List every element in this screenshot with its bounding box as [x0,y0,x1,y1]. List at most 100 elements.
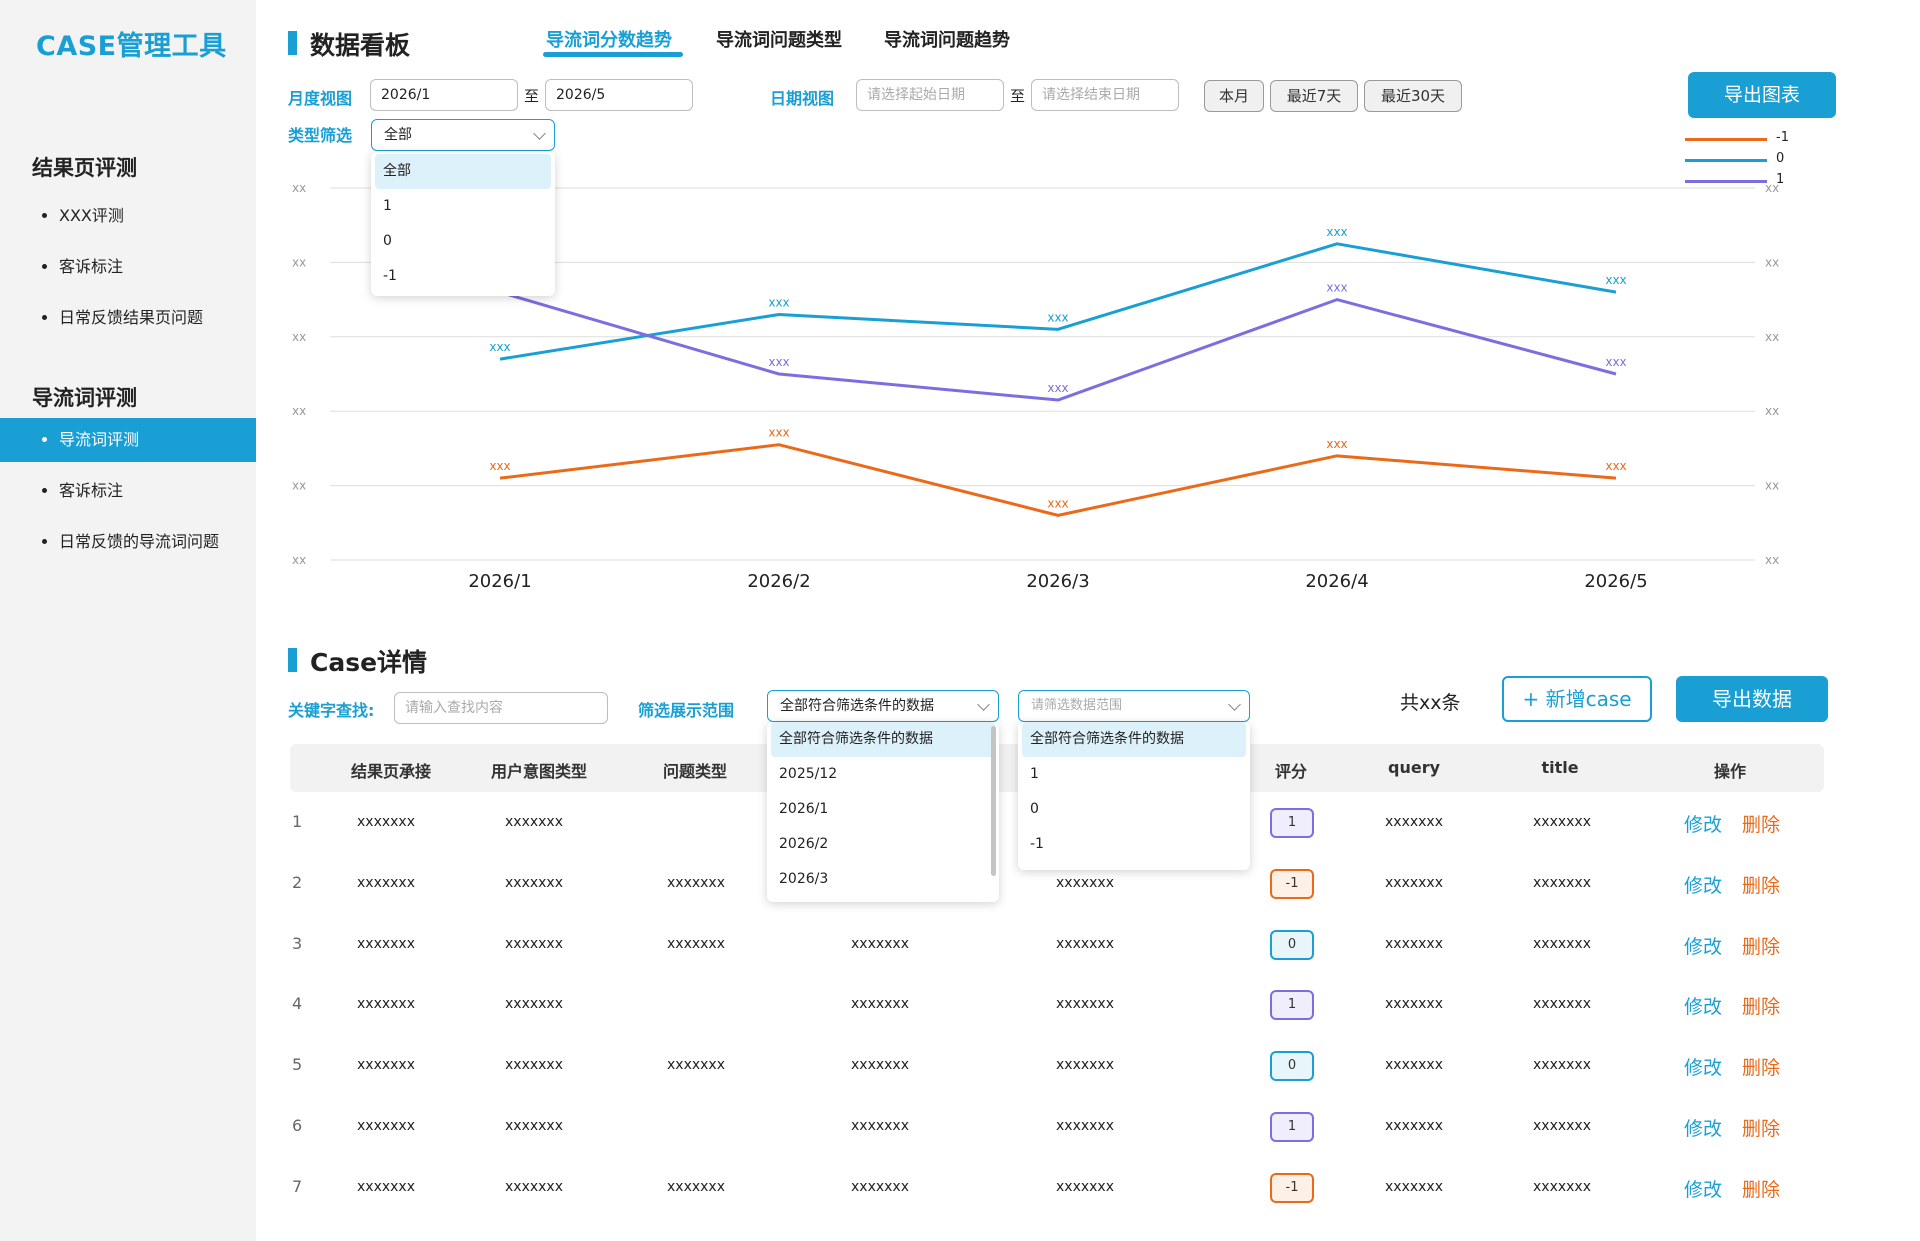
delete-button[interactable]: 删除 [1742,810,1780,837]
export-chart-button[interactable]: 导出图表 [1688,72,1836,118]
scope-menu: 全部符合筛选条件的数据 2025/12 2026/1 2026/2 2026/3 [767,722,999,902]
table-cell: xxxxxxx [1056,936,1114,952]
edit-button[interactable]: 修改 [1684,992,1722,1019]
sidebar-item-daily-result-issues[interactable]: 日常反馈结果页问题 [0,296,256,340]
scope-option-all[interactable]: 全部符合筛选条件的数据 [771,722,995,757]
col-header-title: title [1541,758,1579,777]
x-tick-label: 2026/2 [747,571,810,592]
scope-option-2026-2[interactable]: 2026/2 [767,827,999,862]
row-number: 6 [292,1116,303,1135]
edit-button[interactable]: 修改 [1684,1053,1722,1080]
col-header-score: 评分 [1274,762,1308,781]
delete-button[interactable]: 删除 [1742,1175,1780,1202]
range-option-1[interactable]: 1 [1018,757,1250,792]
date-start-field[interactable]: 请选择起始日期 [856,79,1004,111]
y-tick-label: xx [292,255,306,269]
table-cell: xxxxxxx [667,1179,725,1195]
table-cell: xxxxxxx [357,1057,415,1073]
date-end-field[interactable]: 请选择结束日期 [1031,79,1179,111]
active-tab-indicator [543,52,683,57]
table-cell: xxxxxxx [851,1179,909,1195]
table-cell: xxxxxxx [1533,814,1591,830]
edit-button[interactable]: 修改 [1684,810,1722,837]
tab-issue-trend[interactable]: 导流词问题趋势 [884,26,1010,52]
sidebar-item-label: 客诉标注 [59,481,124,500]
add-case-button[interactable]: + 新增case [1502,676,1652,722]
table-cell: xxxxxxx [667,875,725,891]
app-root: CASE管理工具 结果页评测 XXX评测 客诉标注 日常反馈结果页问题 导流词评… [0,0,1920,1241]
keyword-search-input[interactable]: 请输入查找内容 [394,692,608,724]
y-tick-label: xx [292,330,306,344]
last-30-days-button[interactable]: 最近30天 [1364,80,1462,112]
row-number: 1 [292,812,303,831]
keyword-label: 关键字查找: [288,701,375,720]
data-label: xxx [1047,496,1068,510]
table-cell: xxxxxxx [1385,814,1443,830]
range-option-all[interactable]: 全部符合筛选条件的数据 [1022,722,1246,757]
tab-issue-type[interactable]: 导流词问题类型 [716,26,842,52]
table-cell: xxxxxxx [1533,1118,1591,1134]
score-badge: 0 [1270,930,1314,960]
type-option-1[interactable]: 1 [371,189,555,224]
data-label: xxx [1605,459,1626,473]
data-label: xxx [1605,273,1626,287]
sidebar-item-complaint-label[interactable]: 客诉标注 [0,245,256,289]
last-7-days-button[interactable]: 最近7天 [1270,80,1358,112]
type-option-neg1[interactable]: -1 [371,259,555,294]
table-cell: xxxxxxx [505,814,563,830]
delete-button[interactable]: 删除 [1742,992,1780,1019]
sidebar-item-daily-guide-issues[interactable]: 日常反馈的导流词问题 [0,520,256,564]
sidebar-item-complaint-label-2[interactable]: 客诉标注 [0,469,256,513]
sidebar-item-guide-word-eval[interactable]: 导流词评测 [0,418,256,462]
delete-button[interactable]: 删除 [1742,871,1780,898]
col-header-actions: 操作 [1713,762,1747,781]
table-cell: xxxxxxx [1533,936,1591,952]
edit-button[interactable]: 修改 [1684,871,1722,898]
table-cell: xxxxxxx [505,1057,563,1073]
edit-button[interactable]: 修改 [1684,1114,1722,1141]
type-option-all[interactable]: 全部 [375,154,551,189]
scope-option-2026-1[interactable]: 2026/1 [767,792,999,827]
app-logo: CASE管理工具 [36,31,227,62]
tab-score-trend[interactable]: 导流词分数趋势 [546,26,672,52]
range-option-neg1[interactable]: -1 [1018,827,1250,862]
table-cell: xxxxxxx [667,1057,725,1073]
sidebar: CASE管理工具 结果页评测 XXX评测 客诉标注 日常反馈结果页问题 导流词评… [0,0,256,1241]
x-tick-label: 2026/4 [1305,571,1368,592]
table-cell: xxxxxxx [505,996,563,1012]
nav-group-result-page: 结果页评测 [32,156,137,180]
scope-menu-scrollbar[interactable] [991,726,996,876]
data-label: xxx [768,426,789,440]
month-end-field[interactable]: 2026/5 [545,79,693,111]
edit-button[interactable]: 修改 [1684,1175,1722,1202]
row-number: 7 [292,1177,303,1196]
delete-button[interactable]: 删除 [1742,1053,1780,1080]
range-select[interactable]: 请筛选数据范围 [1018,690,1250,722]
y-tick-label: xx [292,181,306,195]
data-label: xxx [1047,310,1068,324]
delete-button[interactable]: 删除 [1742,932,1780,959]
range-placeholder: 请筛选数据范围 [1031,698,1123,713]
this-month-button[interactable]: 本月 [1204,80,1264,112]
range-separator: 至 [524,87,540,105]
range-option-0[interactable]: 0 [1018,792,1250,827]
sidebar-item-xxx-eval[interactable]: XXX评测 [0,194,256,238]
table-cell: xxxxxxx [1385,936,1443,952]
scope-select[interactable]: 全部符合筛选条件的数据 [767,690,999,722]
edit-button[interactable]: 修改 [1684,932,1722,959]
month-view-label: 月度视图 [288,89,353,108]
type-option-0[interactable]: 0 [371,224,555,259]
table-cell: xxxxxxx [357,1179,415,1195]
month-start-field[interactable]: 2026/1 [370,79,518,111]
x-tick-label: 2026/3 [1026,571,1089,592]
delete-button[interactable]: 删除 [1742,1114,1780,1141]
section-marker [288,31,297,55]
table-cell: xxxxxxx [851,936,909,952]
table-cell: xxxxxxx [1533,996,1591,1012]
total-count: 共xx条 [1400,692,1461,714]
scope-option-2025-12[interactable]: 2025/12 [767,757,999,792]
y-right-tick-label: xx [1765,553,1779,567]
export-data-button[interactable]: 导出数据 [1676,676,1828,722]
col-header-issue-type: 问题类型 [662,762,728,781]
scope-option-2026-3[interactable]: 2026/3 [767,862,999,897]
